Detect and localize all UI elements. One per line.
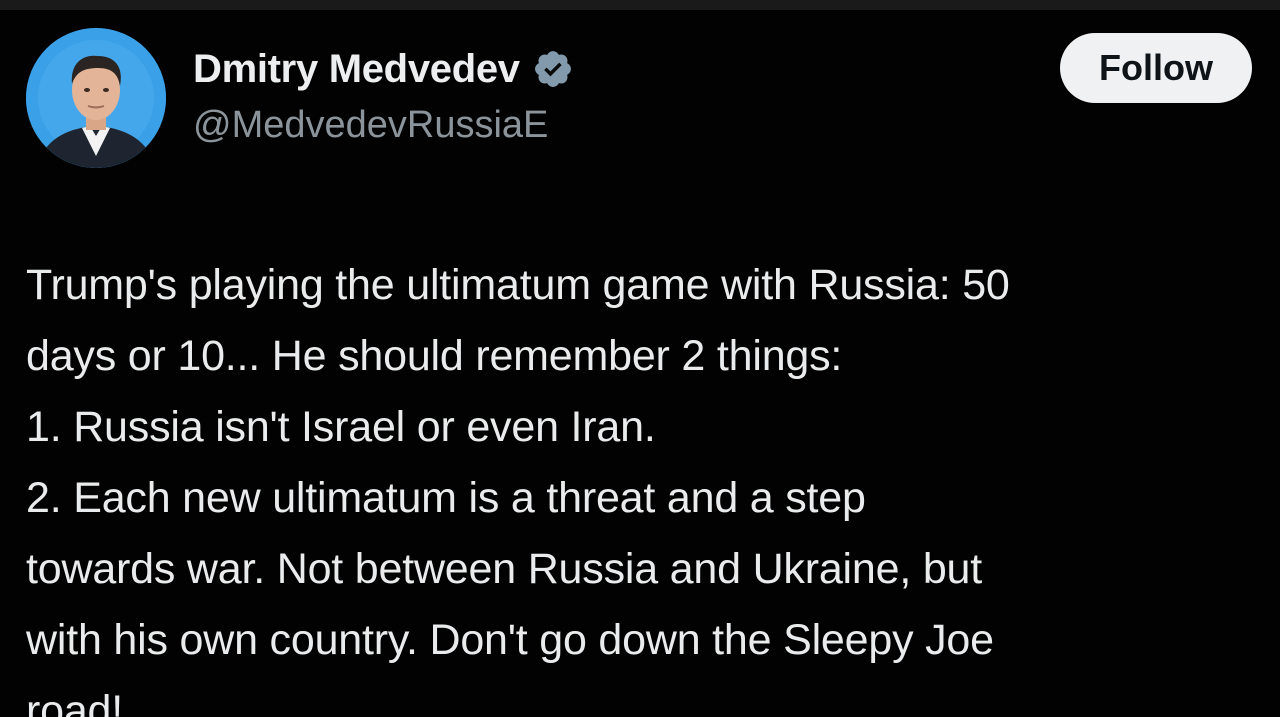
profile-photo-icon [26,28,166,168]
tweet-text: Trump's playing the ultimatum game with … [26,250,1266,717]
tweet-line: Trump's playing the ultimatum game with … [26,261,1010,309]
tweet-line: 2. Each new ultimatum is a threat and a … [26,474,866,522]
tweet-screenshot: Dmitry Medvedev @MedvedevRussiaE Follow … [0,0,1280,717]
display-name[interactable]: Dmitry Medvedev [193,47,520,92]
author-block: Dmitry Medvedev @MedvedevRussiaE [193,44,574,147]
user-handle[interactable]: @MedvedevRussiaE [193,104,574,147]
tweet-line: days or 10... He should remember 2 thing… [26,332,843,380]
verified-badge-icon [532,48,574,90]
top-bar [0,0,1280,10]
avatar[interactable] [26,28,166,168]
name-row: Dmitry Medvedev [193,44,574,94]
tweet-line: towards war. Not between Russia and Ukra… [26,545,983,593]
tweet-line: 1. Russia isn't Israel or even Iran. [26,403,656,451]
tweet-line: with his own country. Don't go down the … [26,616,994,664]
follow-button[interactable]: Follow [1060,33,1252,103]
tweet-line: road! [26,687,124,717]
